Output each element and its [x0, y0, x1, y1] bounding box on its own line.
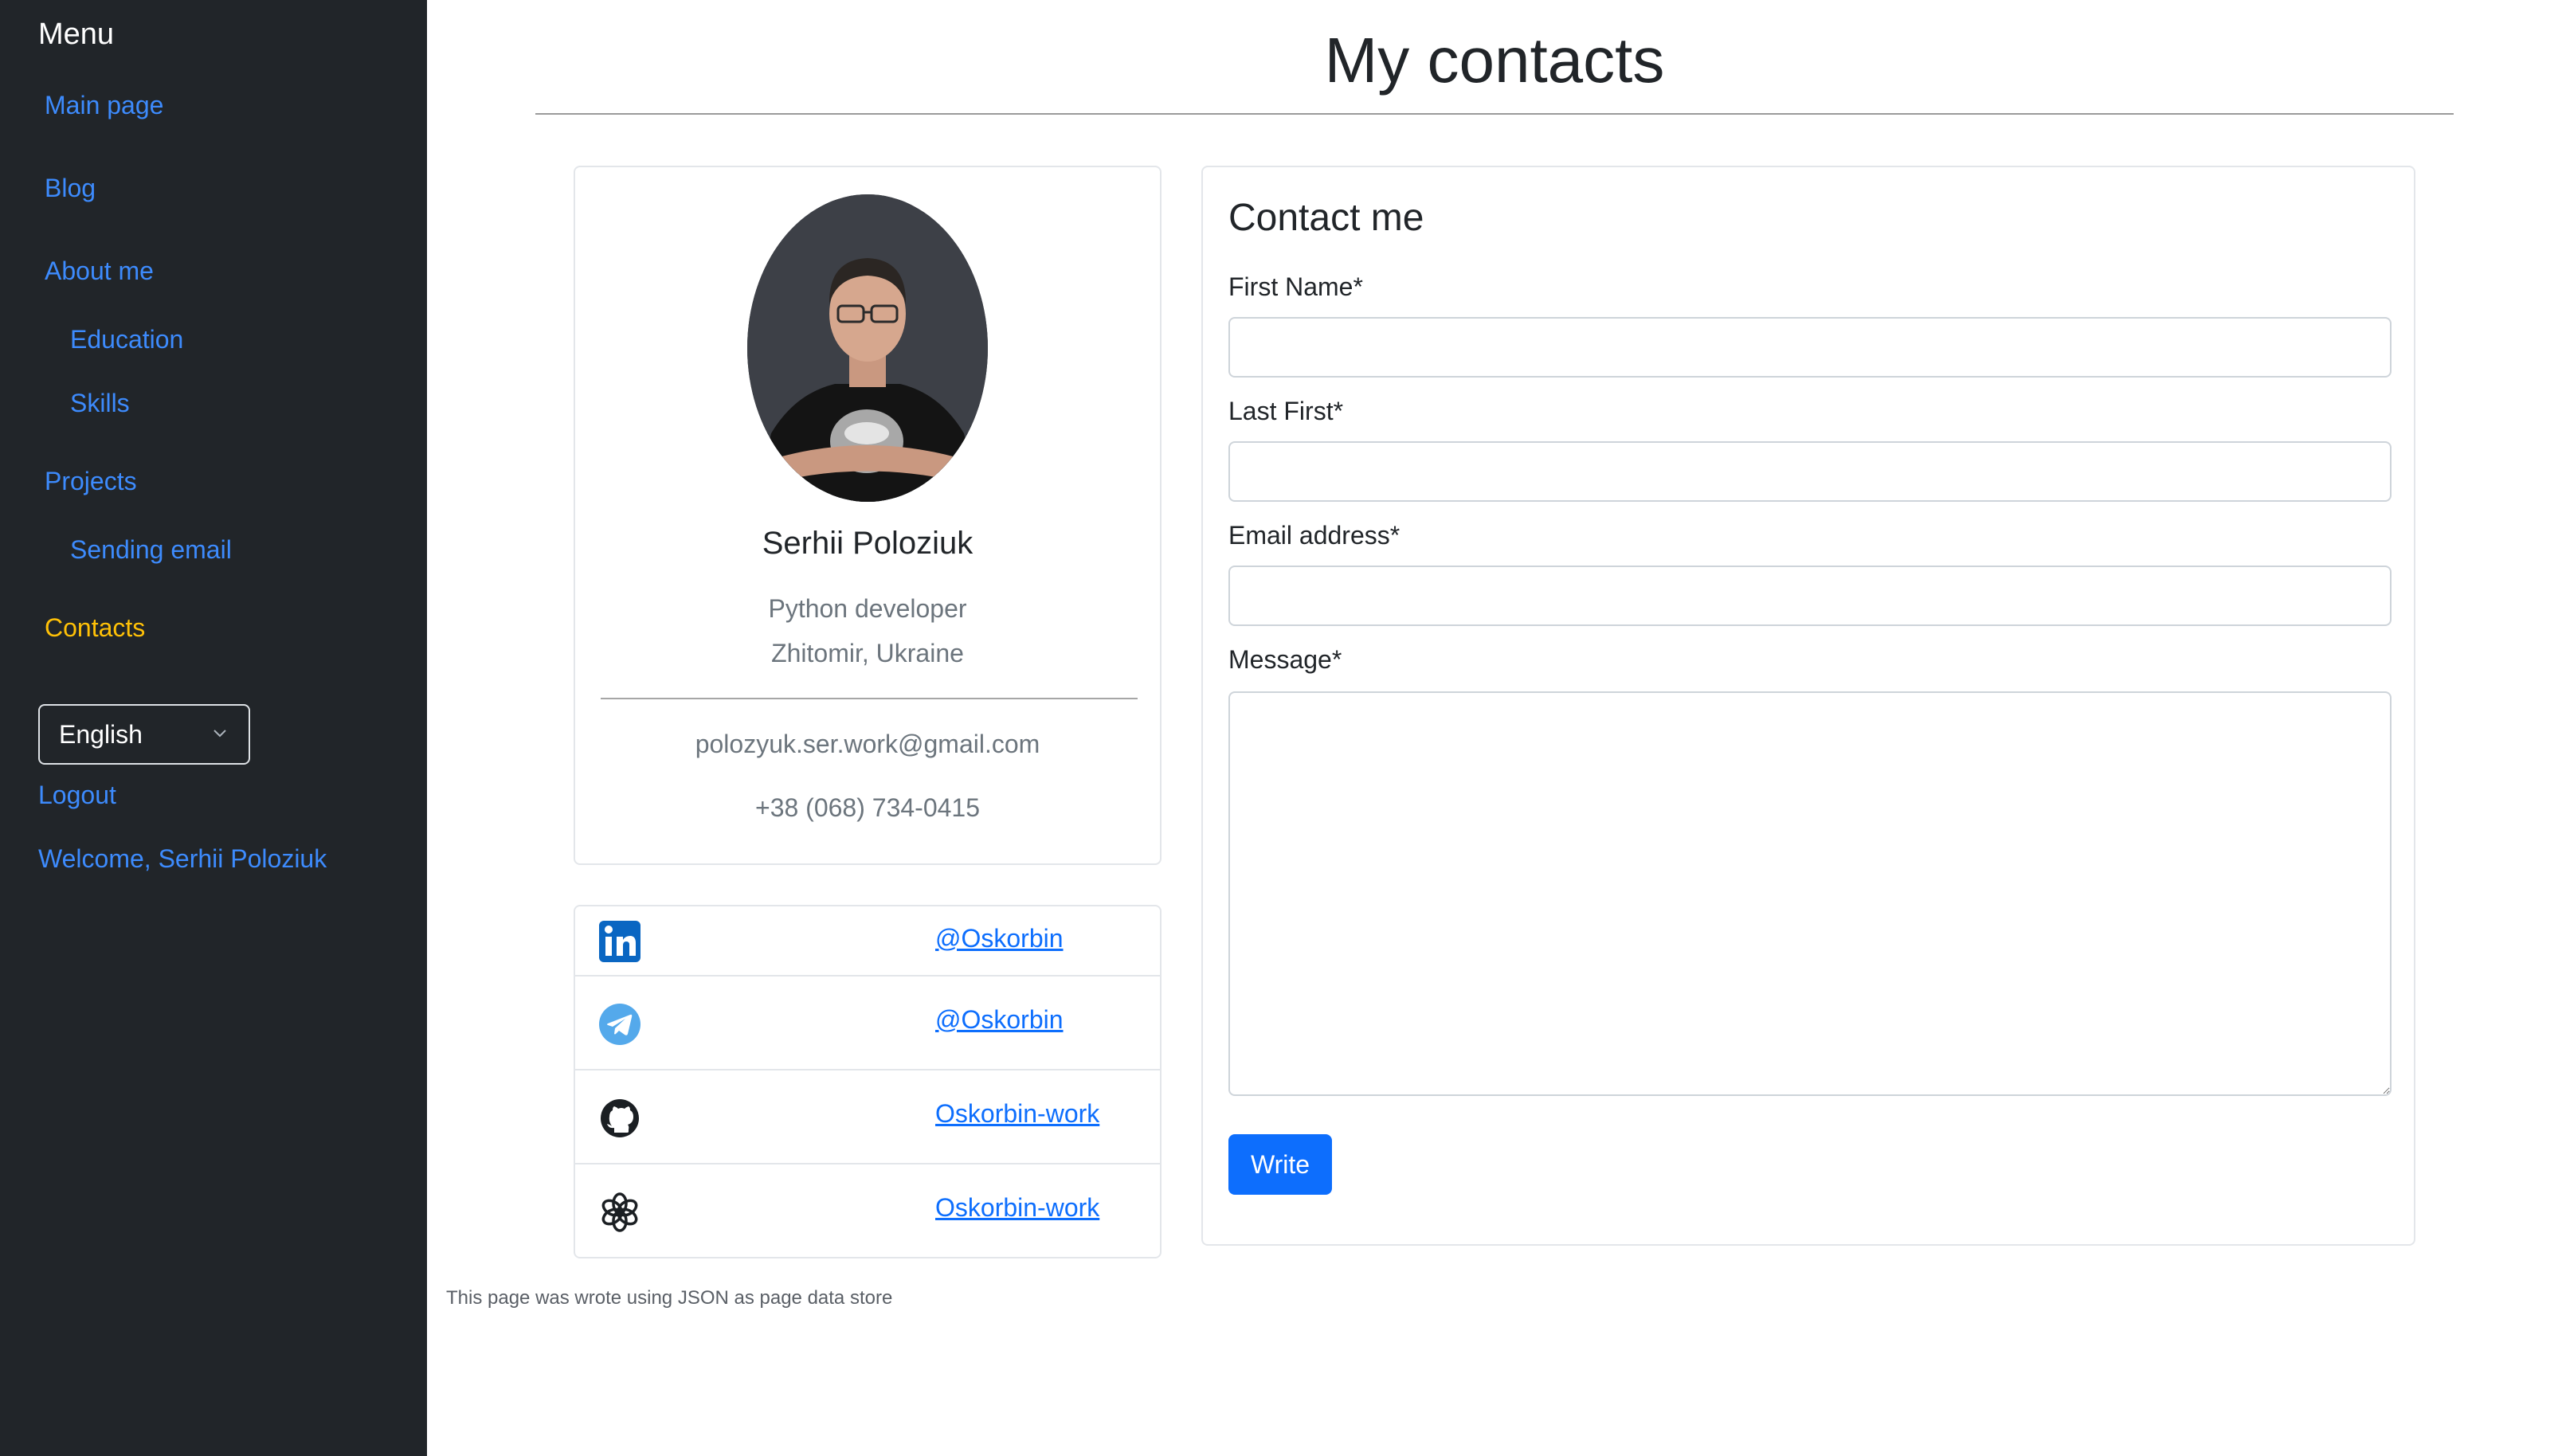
sidebar-item-main-page[interactable]: Main page — [45, 91, 163, 120]
page-title: My contacts — [1324, 25, 1665, 96]
github-icon — [601, 1099, 639, 1137]
email-label: Email address* — [1228, 521, 1400, 550]
welcome-text: Welcome, Serhii Poloziuk — [38, 844, 327, 873]
sidebar-item-sending-email[interactable]: Sending email — [70, 535, 232, 565]
linkedin-link[interactable]: @Oskorbin — [935, 924, 1064, 953]
profile-role: Python developer — [768, 594, 967, 623]
telegram-icon — [599, 1004, 640, 1045]
sidebar: Menu Main page Blog About me Education S… — [0, 0, 427, 1456]
sidebar-item-projects[interactable]: Projects — [45, 467, 137, 496]
profile-photo — [747, 194, 988, 502]
profile-phone: +38 (068) 734-0415 — [755, 793, 980, 822]
profile-divider — [601, 698, 1138, 699]
first-name-label: First Name* — [1228, 272, 1363, 301]
sidebar-item-skills[interactable]: Skills — [70, 389, 130, 418]
github-link[interactable]: Oskorbin-work — [935, 1099, 1099, 1129]
language-select[interactable]: English — [38, 704, 250, 765]
sidebar-item-contacts[interactable]: Contacts — [45, 613, 145, 643]
sidebar-item-education[interactable]: Education — [70, 325, 183, 354]
social-row-telegram: @Oskorbin — [575, 977, 1160, 1070]
openai-link[interactable]: Oskorbin-work — [935, 1193, 1099, 1223]
profile-location: Zhitomir, Ukraine — [771, 639, 964, 667]
title-divider — [535, 113, 2454, 115]
social-row-github: Oskorbin-work — [575, 1070, 1160, 1164]
sidebar-item-about-me[interactable]: About me — [45, 256, 154, 286]
profile-name: Serhii Poloziuk — [762, 526, 973, 561]
last-name-field[interactable] — [1228, 441, 2392, 502]
contact-form-title: Contact me — [1228, 197, 1424, 239]
chevron-down-icon — [214, 730, 226, 738]
menu-title: Menu — [38, 18, 115, 51]
contact-form-card: Contact me First Name* Last First* Email… — [1201, 166, 2415, 1246]
write-button[interactable]: Write — [1228, 1134, 1332, 1195]
first-name-field[interactable] — [1228, 317, 2392, 378]
profile-email: polozyuk.ser.work@gmail.com — [695, 730, 1040, 758]
social-row-linkedin: @Oskorbin — [575, 906, 1160, 977]
social-links-card: @Oskorbin @Oskorbin Oskorbin-work Oskorb… — [574, 905, 1162, 1258]
profile-card: Serhii Poloziuk Python developer Zhitomi… — [574, 166, 1162, 865]
openai-icon — [601, 1192, 638, 1232]
sidebar-item-blog[interactable]: Blog — [45, 174, 96, 203]
message-field[interactable] — [1228, 691, 2392, 1096]
logout-link[interactable]: Logout — [38, 781, 116, 810]
linkedin-icon — [599, 921, 640, 962]
last-name-label: Last First* — [1228, 397, 1344, 425]
avatar — [747, 194, 988, 502]
telegram-link[interactable]: @Oskorbin — [935, 1005, 1064, 1035]
social-row-openai: Oskorbin-work — [575, 1164, 1160, 1258]
app-root: Menu Main page Blog About me Education S… — [0, 0, 2562, 1456]
email-field[interactable] — [1228, 566, 2392, 626]
footer-note: This page was wrote using JSON as page d… — [446, 1287, 893, 1309]
language-select-value: English — [59, 720, 143, 749]
message-label: Message* — [1228, 645, 1342, 674]
